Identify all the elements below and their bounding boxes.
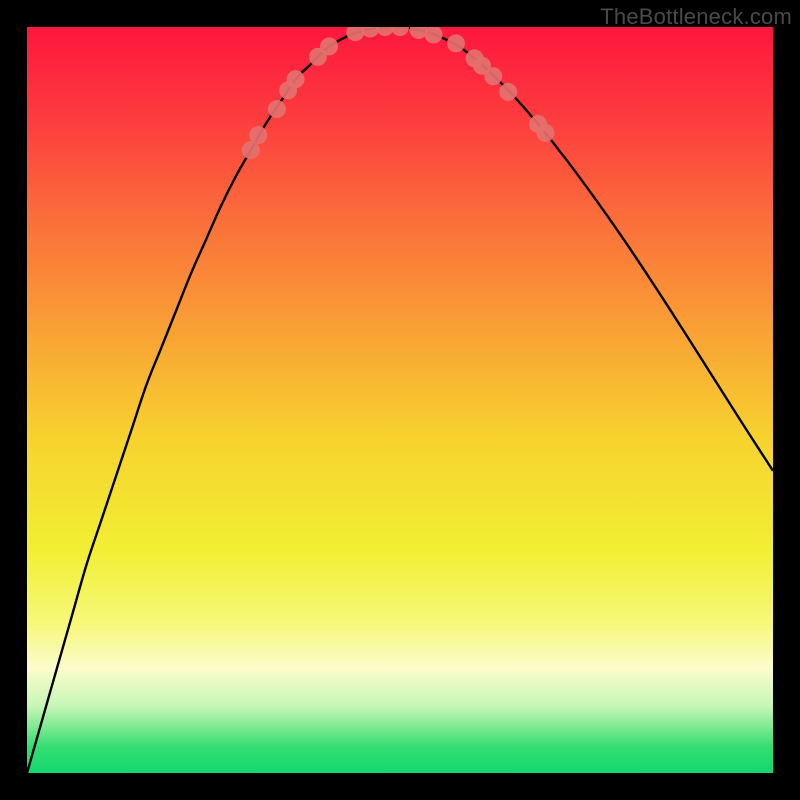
- highlight-dot: [499, 83, 517, 101]
- highlight-dot: [320, 37, 338, 55]
- plot-area: [27, 27, 773, 773]
- highlight-dot: [447, 34, 465, 52]
- highlight-dot: [268, 100, 286, 118]
- gradient-background: [27, 27, 773, 773]
- highlight-dot: [484, 67, 502, 85]
- highlight-dot: [287, 70, 305, 88]
- outer-frame: TheBottleneck.com: [0, 0, 800, 800]
- highlight-dot: [536, 124, 554, 142]
- highlight-dot: [249, 126, 267, 144]
- bottleneck-chart: [27, 27, 773, 773]
